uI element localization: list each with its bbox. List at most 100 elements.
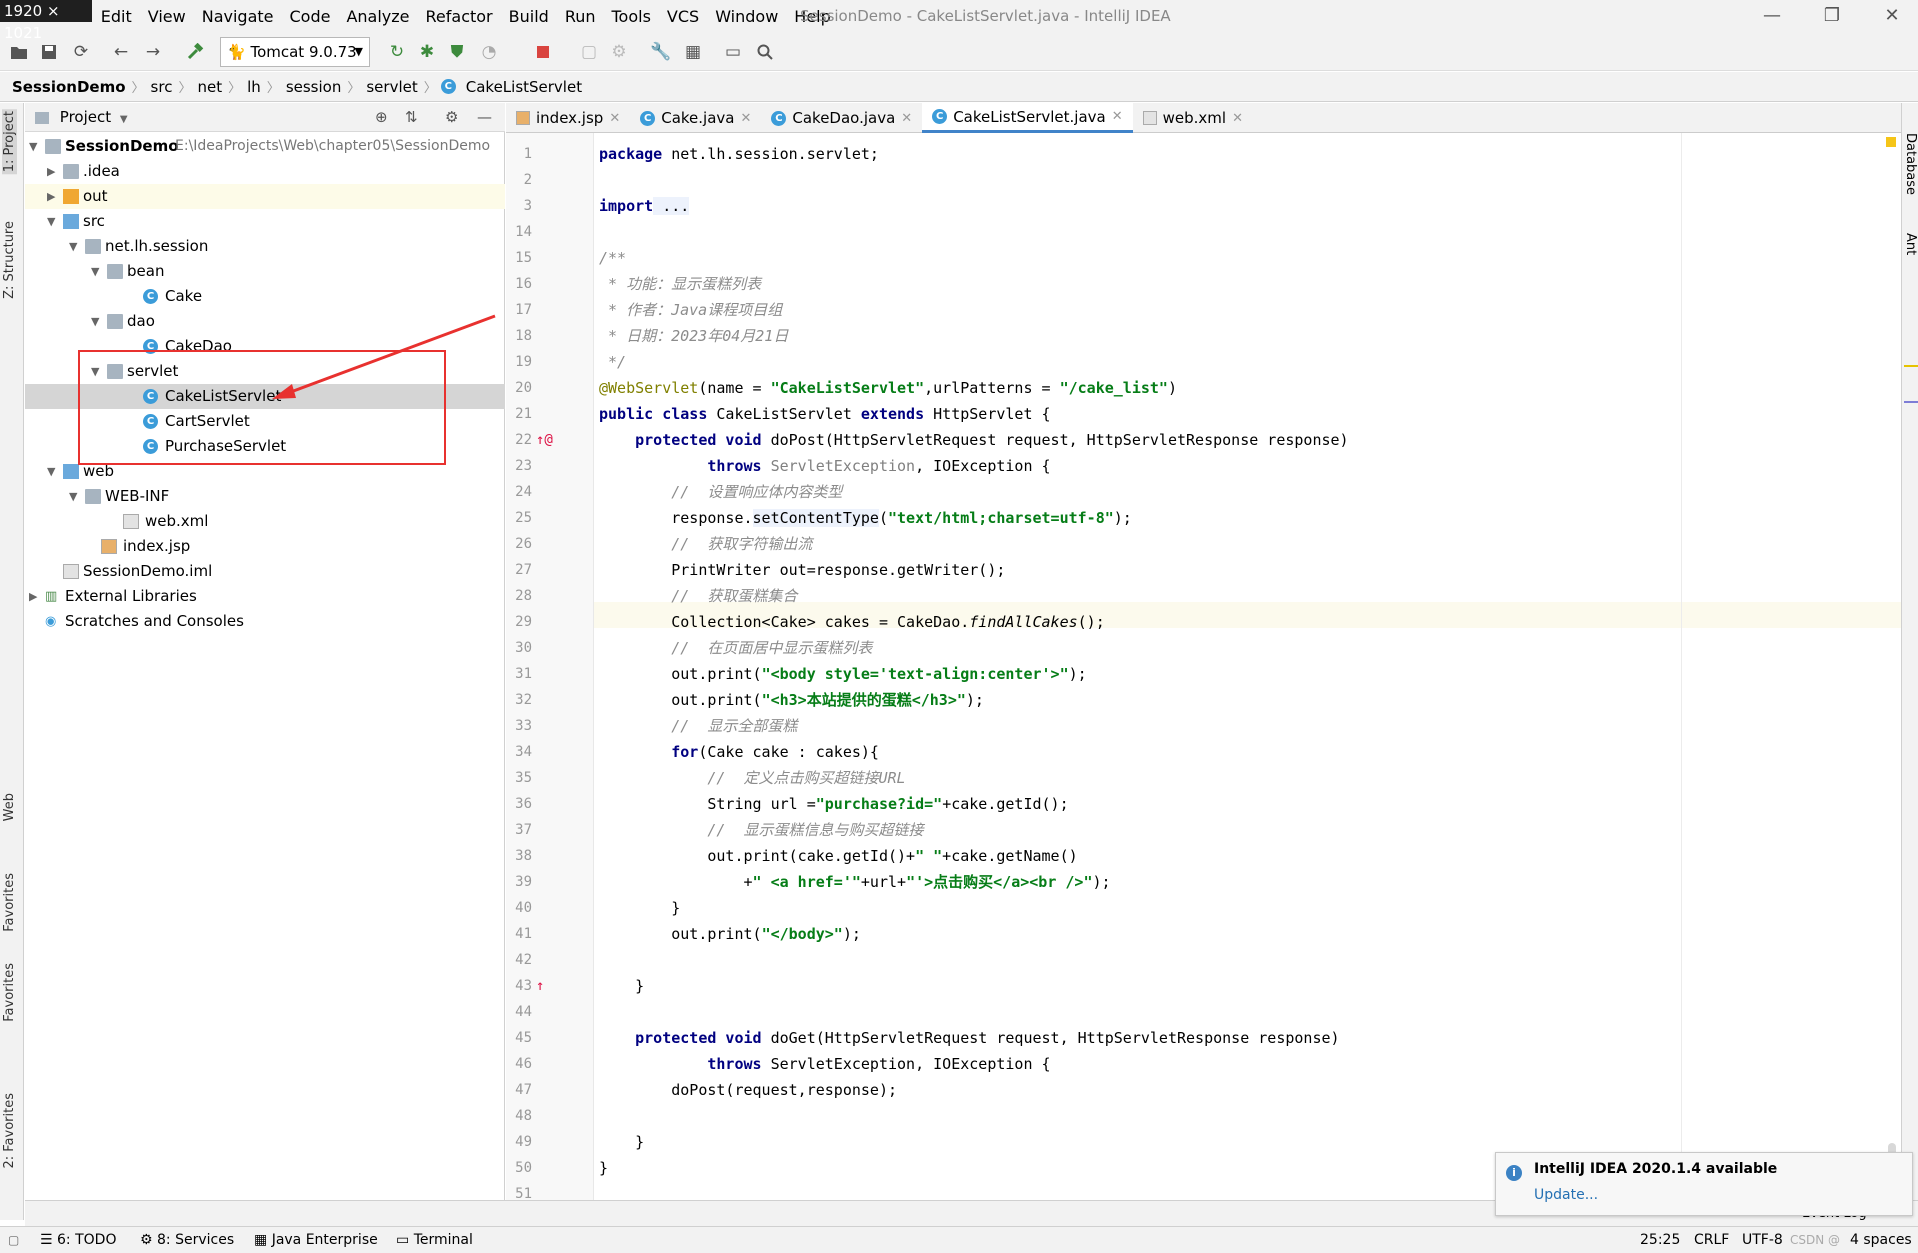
- terminal-icon[interactable]: ▭: [720, 39, 746, 65]
- tool-window-terminal[interactable]: ▭ Terminal: [396, 1227, 473, 1253]
- code-line[interactable]: String url ="purchase?id="+cake.getId();: [599, 791, 1068, 817]
- code-line[interactable]: /**: [599, 245, 626, 271]
- project-structure-icon[interactable]: ▦: [680, 39, 706, 65]
- cursor-position[interactable]: 25:25: [1640, 1227, 1680, 1253]
- breadcrumb-session[interactable]: session: [280, 78, 348, 96]
- code-line[interactable]: for(Cake cake : cakes){: [599, 739, 879, 765]
- close-icon[interactable]: ✕: [901, 111, 912, 126]
- hammer-icon[interactable]: [182, 39, 208, 65]
- close-window-button[interactable]: ✕: [1880, 4, 1904, 28]
- expand-arrow-icon[interactable]: ▼: [91, 259, 103, 284]
- close-icon[interactable]: ✕: [1232, 111, 1243, 126]
- tree-item-libraries[interactable]: ▶ ▥ External Libraries: [25, 584, 505, 609]
- code-line[interactable]: // 定义点击购买超链接URL: [599, 765, 905, 791]
- rerun-icon[interactable]: ↻: [384, 39, 410, 65]
- tool-window-java-enterprise[interactable]: ▦ Java Enterprise: [254, 1227, 378, 1253]
- menu-code[interactable]: Code: [282, 0, 339, 33]
- code-line[interactable]: package net.lh.session.servlet;: [599, 141, 879, 167]
- tree-item-cake[interactable]: C Cake: [25, 284, 505, 309]
- search-icon[interactable]: [752, 39, 778, 65]
- tool-tab-project[interactable]: 1: Project: [2, 109, 17, 175]
- tab-index-jsp[interactable]: index.jsp ✕: [506, 103, 630, 133]
- expand-arrow-icon[interactable]: ▼: [91, 309, 103, 334]
- expand-arrow-icon[interactable]: ▶: [47, 184, 59, 209]
- menu-refactor[interactable]: Refactor: [418, 0, 501, 33]
- line-separator[interactable]: CRLF: [1694, 1227, 1729, 1253]
- tool-tab-favorites-b[interactable]: Favorites: [2, 963, 17, 1022]
- menu-tools[interactable]: Tools: [604, 0, 659, 33]
- update-notification[interactable]: i IntelliJ IDEA 2020.1.4 available Updat…: [1495, 1152, 1913, 1216]
- profile-icon[interactable]: ◔: [476, 39, 502, 65]
- breadcrumb-src[interactable]: src: [145, 78, 179, 96]
- coverage-icon[interactable]: ⛊: [444, 39, 470, 65]
- attach-icon[interactable]: ▢: [576, 39, 602, 65]
- close-icon[interactable]: ✕: [609, 111, 620, 126]
- code-line[interactable]: doPost(request,response);: [599, 1077, 897, 1103]
- tree-item-webxml[interactable]: web.xml: [25, 509, 505, 534]
- stop-icon[interactable]: [530, 39, 556, 65]
- tool-tab-web[interactable]: Web: [2, 793, 17, 821]
- project-panel-title[interactable]: Project: [60, 108, 111, 126]
- code-line[interactable]: protected void doPost(HttpServletRequest…: [599, 427, 1348, 453]
- maximize-window-button[interactable]: ❐: [1820, 4, 1844, 28]
- override-marker-icon[interactable]: ↑@: [536, 427, 560, 453]
- expand-arrow-icon[interactable]: ▼: [69, 484, 81, 509]
- menu-build[interactable]: Build: [501, 0, 557, 33]
- wrench-icon[interactable]: 🔧: [648, 39, 674, 65]
- debug-icon[interactable]: ✱: [414, 39, 440, 65]
- tree-item-iml[interactable]: SessionDemo.iml: [25, 559, 505, 584]
- tab-cake-java[interactable]: C Cake.java ✕: [630, 103, 761, 133]
- tool-window-services[interactable]: ⚙ 8: Services: [140, 1227, 234, 1253]
- run-configuration-select[interactable]: 🐈 Tomcat 9.0.73 ▼: [220, 37, 370, 67]
- tree-item-out[interactable]: ▶ out: [25, 184, 505, 209]
- breadcrumb-net[interactable]: net: [191, 78, 228, 96]
- tree-item-scratches[interactable]: ◉ Scratches and Consoles: [25, 609, 505, 634]
- expand-arrow-icon[interactable]: ▶: [29, 584, 41, 609]
- code-line[interactable]: // 显示蛋糕信息与购买超链接: [599, 817, 923, 843]
- code-line[interactable]: // 设置响应体内容类型: [599, 479, 842, 505]
- tool-tab-ant[interactable]: Ant: [1903, 233, 1918, 255]
- menu-view[interactable]: View: [140, 0, 194, 33]
- code-line[interactable]: @WebServlet(name = "CakeListServlet",url…: [599, 375, 1177, 401]
- breadcrumb-lh[interactable]: lh: [241, 78, 267, 96]
- sync-icon[interactable]: ⟳: [68, 39, 94, 65]
- code-line[interactable]: // 获取蛋糕集合: [599, 583, 797, 609]
- collapse-icon[interactable]: ⇅: [405, 103, 418, 132]
- close-icon[interactable]: ✕: [1112, 109, 1123, 124]
- inspection-status-icon[interactable]: [1886, 137, 1896, 147]
- tree-item-idea[interactable]: ▶ .idea: [25, 159, 505, 184]
- expand-arrow-icon[interactable]: ▼: [29, 134, 41, 159]
- forward-icon[interactable]: →: [140, 39, 166, 65]
- breadcrumb-class[interactable]: CakeListServlet: [460, 78, 588, 96]
- tool-tab-favorites-a[interactable]: Favorites: [2, 873, 17, 932]
- update-link[interactable]: Update...: [1534, 1187, 1598, 1203]
- back-icon[interactable]: ←: [108, 39, 134, 65]
- tree-item-src[interactable]: ▼ src: [25, 209, 505, 234]
- code-line[interactable]: protected void doGet(HttpServletRequest …: [599, 1025, 1339, 1051]
- code-area[interactable]: package net.lh.session.servlet; import ..…: [595, 133, 1901, 1200]
- menu-analyze[interactable]: Analyze: [338, 0, 417, 33]
- code-line[interactable]: out.print("</body>");: [599, 921, 861, 947]
- code-line[interactable]: }: [599, 895, 680, 921]
- code-line[interactable]: out.print("<h3>本站提供的蛋糕</h3>");: [599, 687, 984, 713]
- code-line[interactable]: }: [599, 1129, 644, 1155]
- menu-navigate[interactable]: Navigate: [194, 0, 282, 33]
- breadcrumb-project[interactable]: SessionDemo: [0, 78, 132, 96]
- code-line[interactable]: }: [599, 1155, 608, 1181]
- code-line[interactable]: // 在页面居中显示蛋糕列表: [599, 635, 872, 661]
- code-line[interactable]: PrintWriter out=response.getWriter();: [599, 557, 1005, 583]
- layout-icon[interactable]: ▢: [8, 1227, 19, 1253]
- minimize-window-button[interactable]: —: [1760, 4, 1784, 28]
- tool-window-todo[interactable]: ☰ 6: TODO: [40, 1227, 116, 1253]
- code-line[interactable]: public class CakeListServlet extends Htt…: [599, 401, 1051, 427]
- locate-icon[interactable]: ⊕: [375, 103, 388, 132]
- code-line[interactable]: * 日期：2023年04月21日: [599, 323, 788, 349]
- code-line[interactable]: }: [599, 973, 644, 999]
- tree-item-root[interactable]: ▼ SessionDemo E:\IdeaProjects\Web\chapte…: [25, 134, 505, 159]
- code-line[interactable]: +" <a href='"+url+"'>点击购买</a><br />");: [599, 869, 1110, 895]
- tab-web-xml[interactable]: web.xml ✕: [1133, 103, 1253, 133]
- tool-tab-database[interactable]: Database: [1903, 133, 1918, 195]
- minimize-icon[interactable]: —: [477, 103, 492, 132]
- expand-arrow-icon[interactable]: ▶: [47, 159, 59, 184]
- code-line[interactable]: * 功能：显示蛋糕列表: [599, 271, 761, 297]
